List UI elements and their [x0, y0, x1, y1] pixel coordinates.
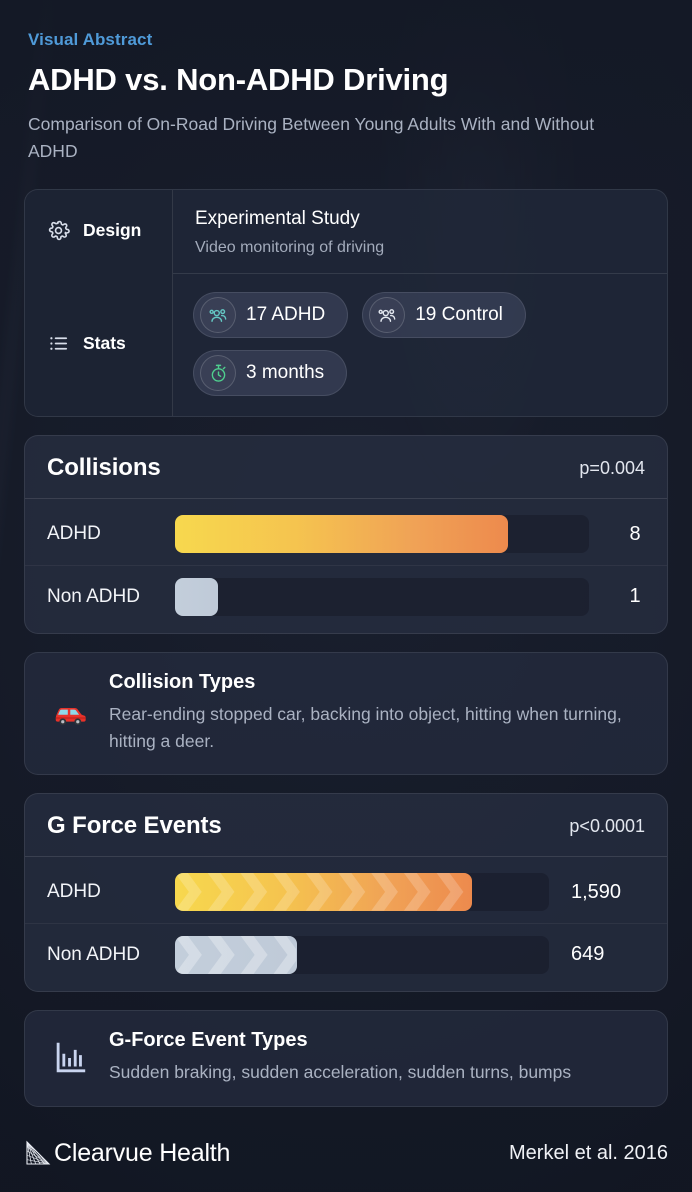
gforce-types-title: G-Force Event Types	[109, 1029, 308, 1052]
eyebrow-label: Visual Abstract	[28, 30, 153, 49]
collisions-chart-header: Collisions p=0.004	[25, 436, 667, 500]
page-header: Visual Abstract ADHD vs. Non-ADHD Drivin…	[24, 0, 668, 165]
rail-label-stats: Stats	[83, 332, 126, 353]
rail-label-design: Design	[83, 219, 142, 240]
gforce-chart-header: G Force Events p<0.0001	[25, 794, 667, 858]
stat-pill-label-duration: 3 months	[246, 362, 325, 384]
gforce-types-body: G-Force Event Types Sudden braking, sudd…	[109, 1029, 643, 1086]
bar-fill	[175, 935, 297, 974]
design-stats-card: Design Stats Experimental Study Video mo…	[24, 189, 668, 418]
study-design-summary: Experimental Study Video monitoring of d…	[173, 190, 667, 275]
brand-logo: Clearvue Health	[24, 1139, 230, 1168]
bar-track	[175, 873, 549, 912]
stopwatch-icon	[200, 355, 236, 392]
stat-pill-label-control: 19 Control	[415, 304, 503, 326]
collision-types-body: Collision Types Rear-ending stopped car,…	[109, 671, 643, 754]
gforce-chart-rows: ADHD 1,590 Non ADHD 649	[25, 857, 667, 991]
rail-item-design: Design	[25, 190, 172, 270]
bar-label: ADHD	[47, 523, 101, 545]
collisions-chart-card: Collisions p=0.004 ADHD 8 Non ADHD 1	[24, 435, 668, 635]
design-stats-body: Experimental Study Video monitoring of d…	[173, 190, 667, 416]
collisions-chart-rows: ADHD 8 Non ADHD 1	[25, 499, 667, 633]
bar-value: 1	[629, 585, 641, 608]
people-group-icon	[200, 297, 236, 334]
stat-pill-control-count: 19 Control	[362, 292, 526, 339]
people-group-icon	[369, 297, 406, 334]
list-icon	[47, 332, 70, 355]
bar-fill	[175, 515, 509, 554]
bar-track	[175, 577, 589, 616]
citation: Merkel et al. 2016	[509, 1142, 668, 1164]
stat-pill-duration: 3 months	[193, 350, 348, 397]
study-type: Experimental Study	[195, 208, 360, 230]
collision-types-card: Collision Types Rear-ending stopped car,…	[24, 652, 668, 776]
gear-icon	[47, 219, 70, 242]
study-method: Video monitoring of driving	[195, 239, 385, 257]
design-stats-rail: Design Stats	[25, 190, 173, 417]
gforce-types-text: Sudden braking, sudden acceleration, sud…	[109, 1062, 572, 1083]
collision-types-title: Collision Types	[109, 671, 256, 694]
stat-pill-adhd-count: 17 ADHD	[193, 292, 349, 339]
chevron-pattern-icon	[175, 935, 297, 974]
bar-value: 8	[629, 522, 641, 545]
bar-track	[175, 935, 549, 974]
gforce-types-card: G-Force Event Types Sudden braking, sudd…	[24, 1010, 668, 1108]
gforce-p-value: p<0.0001	[569, 815, 645, 836]
bar-track	[175, 515, 589, 554]
page-footer: Clearvue Health Merkel et al. 2016	[24, 1139, 668, 1168]
gforce-chart-title: G Force Events	[47, 812, 222, 840]
stat-pill-label-adhd: 17 ADHD	[246, 304, 326, 326]
visual-abstract-page: Visual Abstract ADHD vs. Non-ADHD Drivin…	[0, 0, 692, 1192]
brand-name: Clearvue Health	[54, 1139, 231, 1167]
fan-logo-icon	[24, 1139, 52, 1168]
collisions-p-value: p=0.004	[579, 457, 645, 478]
collision-types-text: Rear-ending stopped car, backing into ob…	[109, 704, 622, 751]
bar-fill	[175, 873, 473, 912]
rail-item-stats: Stats	[25, 270, 172, 416]
bar-value: 649	[571, 943, 605, 966]
chart-row: ADHD 8	[25, 503, 667, 565]
collisions-chart-title: Collisions	[47, 454, 161, 482]
chart-row: Non ADHD 649	[25, 923, 667, 985]
chart-row: ADHD 1,590	[25, 861, 667, 923]
bar-chart-icon	[47, 1039, 93, 1077]
stats-pill-group: 17 ADHD 19 Control 3 months	[173, 274, 667, 412]
page-subtitle: Comparison of On-Road Driving Between Yo…	[28, 114, 595, 162]
chevron-pattern-icon	[175, 873, 473, 912]
bar-fill	[175, 577, 219, 616]
gforce-chart-card: G Force Events p<0.0001 ADHD 1,590 Non A…	[24, 793, 668, 993]
bar-label: Non ADHD	[47, 585, 140, 607]
bar-value: 1,590	[571, 880, 622, 903]
page-title: ADHD vs. Non-ADHD Driving	[28, 62, 449, 97]
bar-label: ADHD	[47, 881, 101, 903]
bar-label: Non ADHD	[47, 943, 140, 965]
chart-row: Non ADHD 1	[25, 565, 667, 627]
car-icon	[47, 694, 93, 732]
